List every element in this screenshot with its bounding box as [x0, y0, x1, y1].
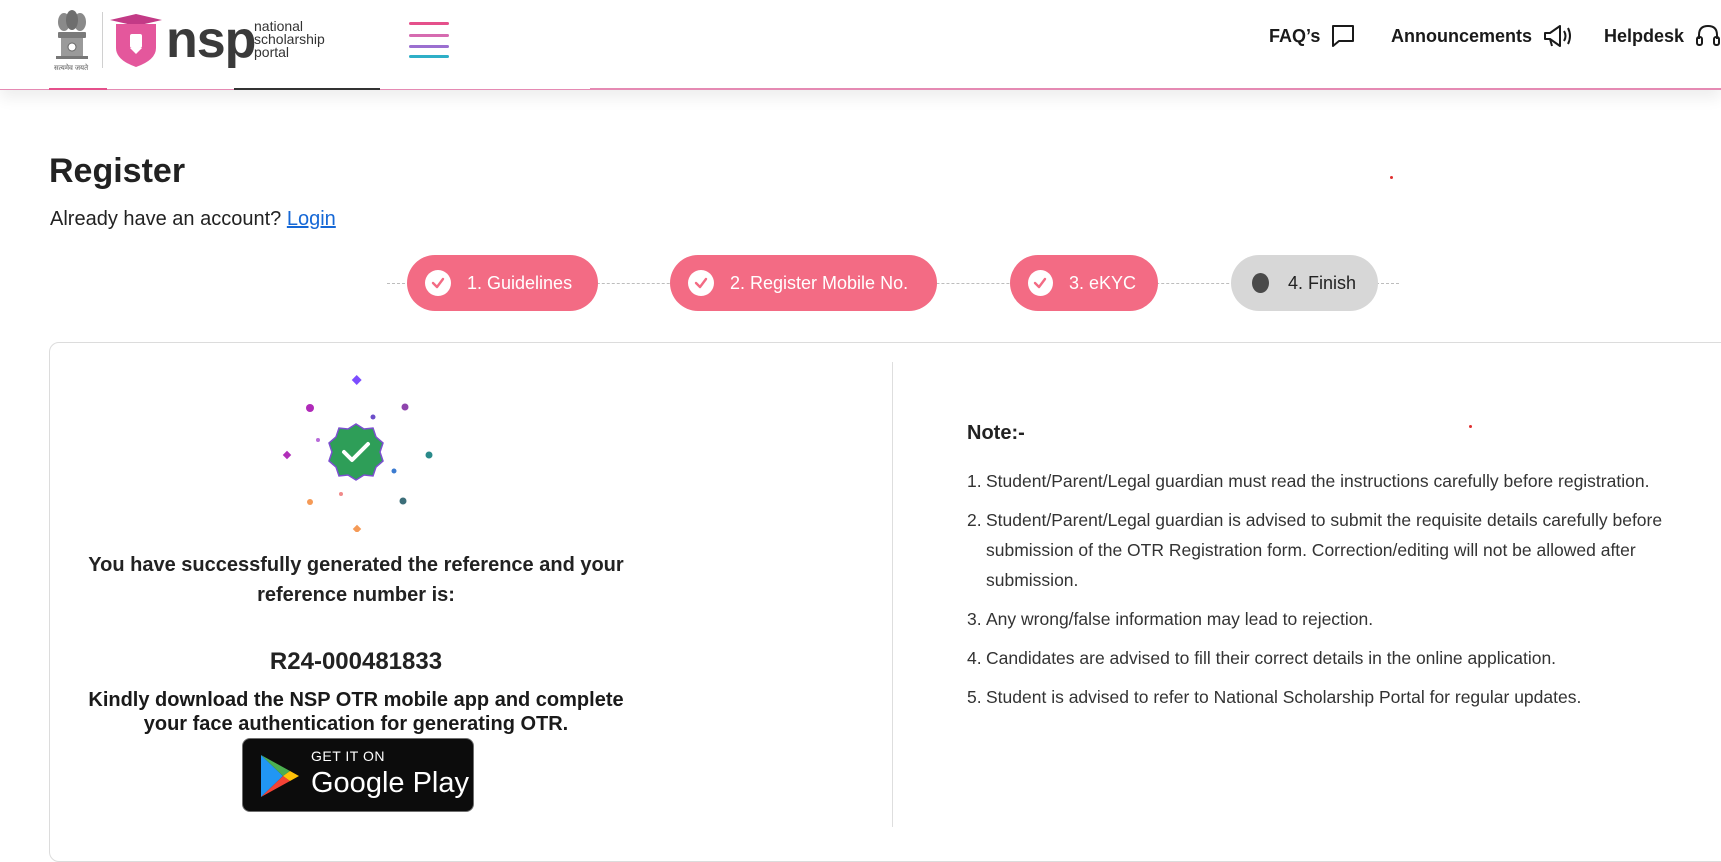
- national-emblem-icon: [56, 10, 88, 59]
- download-app-message: Kindly download the NSP OTR mobile app a…: [88, 689, 624, 735]
- emblem-caption: सत्यमेव जयते: [54, 65, 89, 72]
- logo-separator: [102, 12, 103, 68]
- nsp-subtitle: national scholarship portal: [254, 19, 325, 60]
- site-header: सत्यमेव जयते nsp national scholarship po…: [0, 0, 1721, 90]
- list-item: 2. Student/Parent/Legal guardian is advis…: [967, 505, 1667, 595]
- chat-icon: [1332, 25, 1355, 47]
- stray-dot: [1390, 176, 1393, 179]
- step-guidelines[interactable]: 1. Guidelines: [407, 255, 598, 311]
- step-label: 1. Guidelines: [467, 272, 573, 293]
- store-badge-line2: Google Play: [311, 767, 469, 799]
- list-item: 5. Student is advised to refer to Nationa…: [967, 682, 1667, 712]
- nav-announcements-link[interactable]: Announcements: [1391, 22, 1574, 50]
- nsp-subtitle-line: portal: [254, 44, 290, 60]
- stray-dot: [1469, 425, 1472, 428]
- list-item: 4. Candidates are advised to fill their c…: [967, 643, 1667, 673]
- step-label: 2. Register Mobile No.: [730, 272, 909, 293]
- nav-helpdesk-label: Helpdesk: [1604, 25, 1685, 46]
- verified-badge-icon: [282, 375, 433, 532]
- card-divider: [892, 362, 893, 827]
- nsp-brand-text: nsp: [166, 11, 256, 69]
- account-prompt: Already have an account?: [50, 208, 282, 230]
- success-message: You have successfully generated the refe…: [88, 554, 624, 606]
- reference-number: R24-000481833: [269, 648, 443, 675]
- step-finish[interactable]: 4. Finish: [1231, 255, 1378, 311]
- step-label: 4. Finish: [1287, 272, 1356, 293]
- note-text: Student is advised to refer to National …: [986, 687, 1582, 707]
- list-item: 1. Student/Parent/Legal guardian must rea…: [967, 466, 1667, 496]
- note-text: Student/Parent/Legal guardian is advised…: [986, 510, 1663, 590]
- notes-list: 1. Student/Parent/Legal guardian must rea…: [967, 466, 1667, 721]
- nav-faqs-link[interactable]: FAQ’s: [1269, 22, 1356, 50]
- current-step-dot-icon: [1252, 273, 1269, 293]
- nsp-shield-logo-icon: [110, 14, 162, 67]
- nav-underline: [590, 88, 1721, 90]
- google-play-badge-button[interactable]: GET IT ON Google Play: [242, 738, 474, 812]
- step-register-mobile[interactable]: 2. Register Mobile No.: [670, 255, 937, 311]
- page-title: Register: [49, 152, 186, 190]
- headset-icon: [1696, 24, 1721, 46]
- step-ekyc[interactable]: 3. eKYC: [1010, 255, 1158, 311]
- check-icon: [688, 270, 714, 296]
- step-label: 3. eKYC: [1068, 272, 1136, 293]
- note-text: Student/Parent/Legal guardian must read …: [986, 471, 1650, 491]
- note-text: Candidates are advised to fill their cor…: [986, 648, 1557, 668]
- nav-underline: [49, 88, 107, 90]
- account-prompt-line: Already have an account? Login: [50, 208, 336, 231]
- notes-title: Note:-: [967, 422, 1025, 444]
- note-text: Any wrong/false information may lead to …: [986, 609, 1374, 629]
- login-link[interactable]: Login: [287, 208, 336, 230]
- google-play-logo-icon: [261, 755, 299, 797]
- nav-faqs-label: FAQ’s: [1269, 25, 1321, 46]
- list-item: 3. Any wrong/false information may lead t…: [967, 604, 1667, 634]
- nav-underline: [234, 88, 380, 90]
- check-icon: [425, 270, 451, 296]
- check-icon: [1028, 270, 1053, 296]
- nav-announcements-label: Announcements: [1391, 25, 1533, 46]
- hamburger-icon[interactable]: [406, 20, 450, 60]
- store-badge-line1: GET IT ON: [311, 748, 385, 764]
- nav-helpdesk-link[interactable]: Helpdesk: [1604, 22, 1721, 50]
- megaphone-icon: [1544, 25, 1572, 47]
